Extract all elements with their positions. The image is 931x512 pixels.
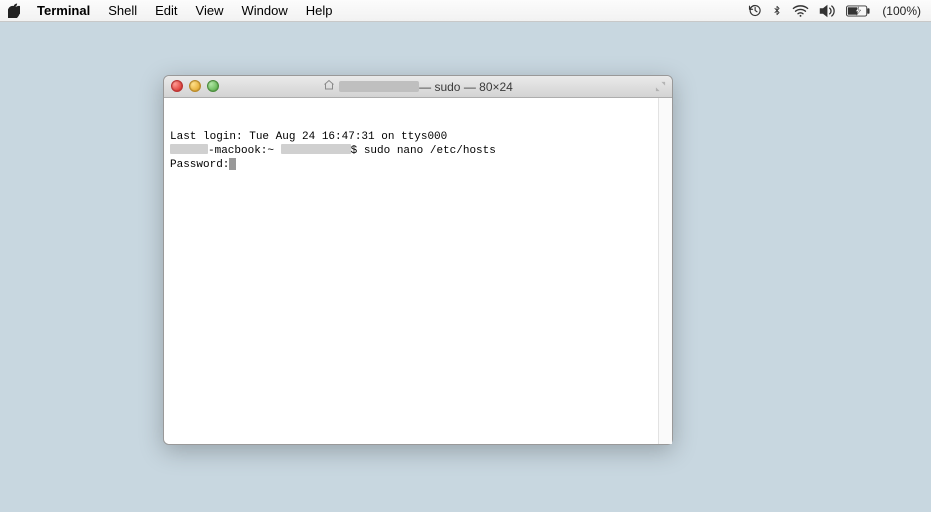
scrollbar[interactable] (658, 98, 672, 444)
close-button[interactable] (171, 80, 183, 92)
battery-icon[interactable] (846, 0, 870, 22)
prompt-redacted-user (170, 144, 208, 154)
menu-shell[interactable]: Shell (99, 3, 146, 18)
traffic-lights (171, 80, 219, 92)
expand-icon[interactable] (655, 81, 666, 95)
menu-edit[interactable]: Edit (146, 3, 186, 18)
apple-menu-icon[interactable] (0, 3, 28, 18)
zoom-button[interactable] (207, 80, 219, 92)
wifi-icon[interactable] (792, 0, 809, 22)
menu-view[interactable]: View (187, 3, 233, 18)
volume-icon[interactable] (819, 0, 836, 22)
last-login-line: Last login: Tue Aug 24 16:47:31 on ttys0… (170, 131, 447, 143)
prompt-mid: -macbook:~ (208, 145, 281, 157)
terminal-window: — sudo — 80×24 Last login: Tue Aug 24 16… (163, 75, 673, 445)
titlebar[interactable]: — sudo — 80×24 (164, 76, 672, 98)
menubar: Terminal Shell Edit View Window Help (10… (0, 0, 931, 22)
cursor (229, 158, 236, 170)
minimize-button[interactable] (189, 80, 201, 92)
menu-help[interactable]: Help (297, 3, 342, 18)
menubar-right: (100%) (747, 0, 931, 22)
title-redacted (339, 81, 419, 92)
prompt-redacted-2 (281, 144, 351, 154)
window-title: — sudo — 80×24 (419, 80, 513, 94)
time-machine-icon[interactable] (747, 0, 762, 22)
battery-text: (100%) (880, 4, 921, 18)
prompt-command: $ sudo nano /etc/hosts (351, 145, 496, 157)
password-label: Password: (170, 159, 229, 171)
bluetooth-icon[interactable] (772, 0, 782, 22)
home-proxy-icon (323, 79, 335, 94)
terminal-body[interactable]: Last login: Tue Aug 24 16:47:31 on ttys0… (164, 98, 672, 444)
menu-window[interactable]: Window (233, 3, 297, 18)
app-name[interactable]: Terminal (28, 3, 99, 18)
